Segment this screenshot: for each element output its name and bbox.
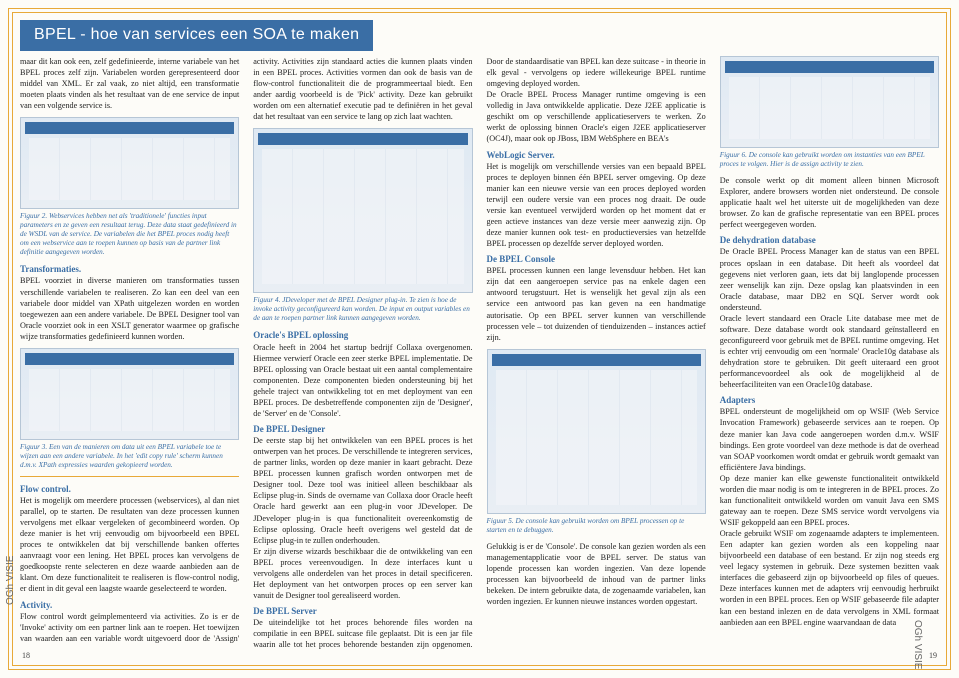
body-text: BPEL processen kunnen een lange levensdu… — [487, 265, 706, 342]
heading-bpel-designer: De BPEL Designer — [253, 423, 472, 435]
body-text: De Oracle BPEL Process Manager runtime o… — [487, 89, 706, 144]
body-text: Oracle gebruikt WSIF om zogenaamde adapt… — [720, 528, 939, 628]
heading-dehydration: De dehydration database — [720, 234, 939, 246]
heading-weblogic: WebLogic Server. — [487, 149, 706, 161]
body-text: BPEL ondersteunt de mogelijkheid om op W… — [720, 406, 939, 472]
figure-5: Figuur 5. De console kan gebruikt worden… — [487, 349, 706, 535]
figure-3: Figuur 3. Een van de manieren om data ui… — [20, 348, 239, 470]
body-text: Op deze manier kan elke gewenste functio… — [720, 473, 939, 528]
body-text: De eerste stap bij het ontwikkelen van e… — [253, 435, 472, 546]
figure-2: Figuur 2. Webservices hebben net als 'tr… — [20, 117, 239, 257]
heading-bpel-server: De BPEL Server — [253, 605, 472, 617]
heading-bpel-console: De BPEL Console — [487, 253, 706, 265]
body-text: Oracle heeft in 2004 het startup bedrijf… — [253, 342, 472, 419]
figure-2-image — [20, 117, 239, 209]
figure-2-caption: Figuur 2. Webservices hebben net als 'tr… — [20, 212, 239, 257]
body-text: Het is mogelijk om meerdere processen (w… — [20, 495, 239, 595]
figure-3-caption: Figuur 3. Een van de manieren om data ui… — [20, 443, 239, 470]
body-text: De Oracle BPEL Process Manager kan de st… — [720, 246, 939, 312]
figure-3-image — [20, 348, 239, 440]
heading-oracle-bpel: Oracle's BPEL oplossing — [253, 329, 472, 341]
heading-transformaties: Transformaties. — [20, 263, 239, 275]
publication-logo-left: OGh VISIE — [4, 556, 18, 605]
figure-6: Figuur 6. De console kan gebruikt worden… — [720, 56, 939, 169]
page-title: BPEL - hoe van services een SOA te maken — [20, 20, 373, 51]
body-text: Oracle levert standaard een Oracle Lite … — [720, 313, 939, 390]
figure-6-caption: Figuur 6. De console kan gebruikt worden… — [720, 151, 939, 169]
figure-6-image — [720, 56, 939, 148]
body-text: Er zijn diverse wizards beschikbaar die … — [253, 546, 472, 601]
body-text: Het is mogelijk om verschillende versies… — [487, 161, 706, 250]
heading-adapters: Adapters — [720, 394, 939, 406]
figure-4-image — [253, 128, 472, 293]
heading-activity: Activity. — [20, 599, 239, 611]
body-text: BPEL voorziet in diverse manieren om tra… — [20, 275, 239, 341]
figure-4-caption: Figuur 4. JDeveloper met de BPEL Designe… — [253, 296, 472, 323]
figure-5-caption: Figuur 5. De console kan gebruikt worden… — [487, 517, 706, 535]
article-body: maar dit kan ook een, zelf gedefinieerde… — [20, 56, 939, 654]
figure-5-image — [487, 349, 706, 514]
heading-flow-control: Flow control. — [20, 483, 239, 495]
column-rule — [20, 476, 239, 477]
body-text: maar dit kan ook een, zelf gedefinieerde… — [20, 56, 239, 111]
body-text: Gelukkig is er de 'Console'. De console … — [487, 541, 706, 607]
figure-4: Figuur 4. JDeveloper met de BPEL Designe… — [253, 128, 472, 323]
body-text: De console werkt op dit moment alleen bi… — [720, 175, 939, 230]
